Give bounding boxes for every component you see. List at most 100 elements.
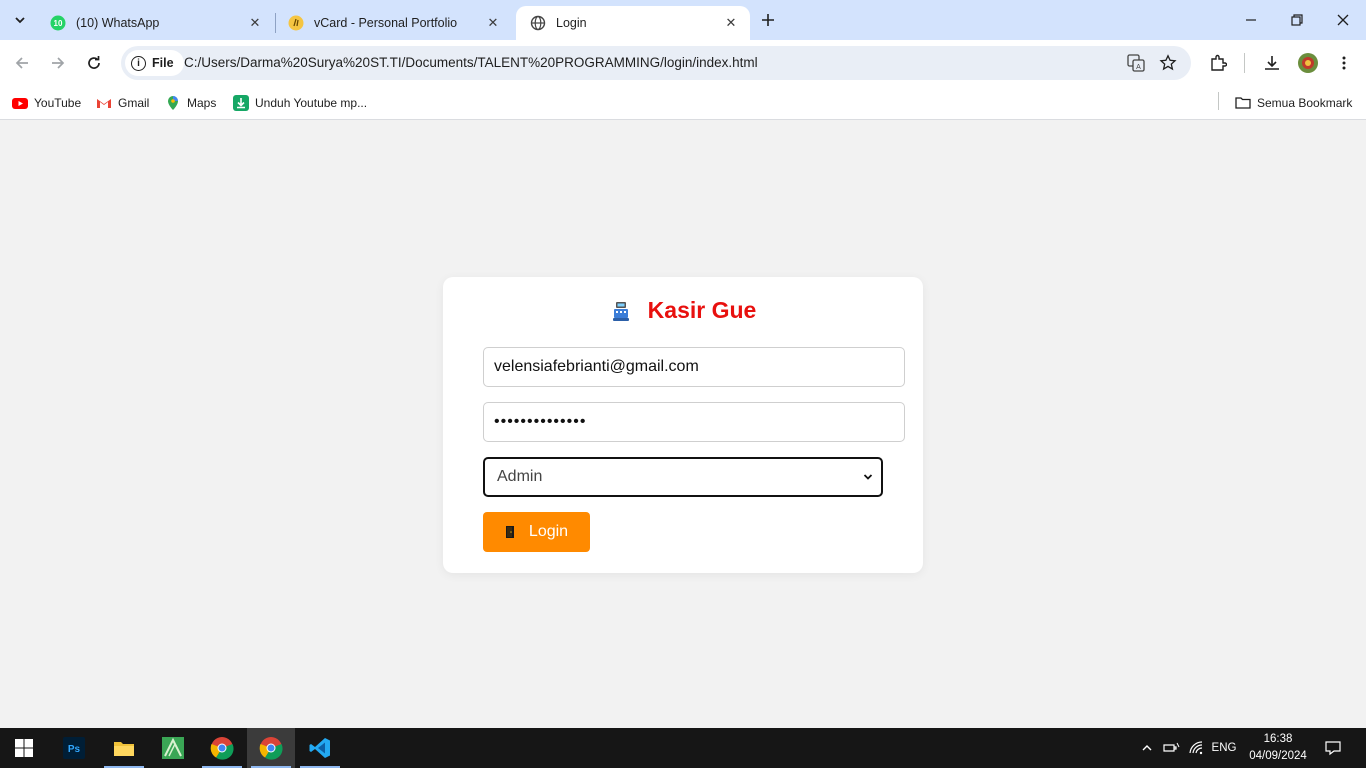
download-icon[interactable]: [1260, 51, 1284, 75]
bookmark-label: Unduh Youtube mp...: [255, 96, 368, 110]
arrow-right-icon: [52, 57, 65, 69]
file-explorer-icon: [114, 742, 134, 756]
tab-whatsapp[interactable]: 10 (10) WhatsApp ✕: [36, 6, 274, 40]
notification-icon: [1325, 741, 1341, 756]
tab-vcard[interactable]: vCard - Personal Portfolio ✕: [274, 6, 512, 40]
restore-button[interactable]: [1274, 0, 1320, 40]
close-icon[interactable]: ✕: [246, 14, 264, 32]
forward-button[interactable]: [44, 49, 72, 77]
svg-text:10: 10: [54, 19, 63, 28]
login-card: Kasir Gue Admin Login: [443, 277, 923, 573]
system-clock[interactable]: 16:38 04/09/2024: [1238, 731, 1318, 765]
chevron-down-icon: [863, 474, 873, 480]
clock-date: 04/09/2024: [1249, 750, 1307, 762]
translate-icon[interactable]: A: [1126, 53, 1146, 73]
bookmark-gmail[interactable]: Gmail: [96, 93, 149, 113]
plus-icon: [762, 14, 774, 26]
tab-search-button[interactable]: [6, 6, 34, 34]
folder-icon: [1235, 97, 1251, 109]
wifi-icon[interactable]: [1186, 728, 1208, 768]
bookmark-maps[interactable]: Maps: [165, 93, 216, 113]
vscode-icon: [309, 738, 330, 758]
windows-taskbar: Ps ENG 16:38 04/09/2024: [0, 728, 1366, 768]
browser-toolbar: i File C:/Users/Darma%20Surya%20ST.TI/Do…: [0, 40, 1366, 86]
url-text[interactable]: C:/Users/Darma%20Surya%20ST.TI/Documents…: [184, 55, 758, 70]
new-tab-button[interactable]: [756, 8, 780, 32]
address-bar[interactable]: i File C:/Users/Darma%20Surya%20ST.TI/Do…: [121, 46, 1191, 80]
whatsapp-icon: 10: [50, 15, 66, 31]
taskbar-green-app[interactable]: [149, 728, 197, 768]
tab-title: (10) WhatsApp: [76, 16, 160, 30]
tab-strip: 10 (10) WhatsApp ✕ vCard - Personal Port…: [0, 0, 1366, 40]
download-icon: [233, 95, 249, 111]
bookmarks-divider: [1218, 92, 1219, 110]
windows-start-icon: [15, 739, 33, 757]
login-button-label: Login: [528, 523, 569, 540]
tab-title: vCard - Personal Portfolio: [314, 16, 458, 30]
tab-title: Login: [556, 16, 587, 30]
close-window-button[interactable]: [1320, 0, 1366, 40]
language-label: ENG: [1211, 742, 1237, 754]
door-icon: [505, 526, 514, 538]
taskbar-chrome-2[interactable]: [247, 728, 295, 768]
extensions-icon[interactable]: [1206, 51, 1230, 75]
start-button[interactable]: [0, 728, 48, 768]
role-select[interactable]: Admin: [483, 457, 883, 497]
scheme-label: File: [152, 56, 174, 70]
chevron-up-icon: [1142, 745, 1152, 751]
back-button[interactable]: [8, 49, 36, 77]
close-icon[interactable]: ✕: [484, 14, 502, 32]
chevron-down-icon: [15, 17, 25, 24]
language-indicator[interactable]: ENG: [1208, 728, 1240, 768]
maps-icon: [168, 96, 178, 110]
taskbar-file-explorer[interactable]: [100, 728, 148, 768]
svg-text:A: A: [1136, 64, 1141, 71]
role-selected-value: Admin: [497, 468, 543, 485]
email-field[interactable]: [483, 347, 905, 387]
toolbar-divider: [1244, 53, 1245, 73]
star-icon[interactable]: [1158, 53, 1178, 73]
notifications-button[interactable]: [1320, 728, 1346, 768]
minimize-icon: [1246, 19, 1256, 21]
page-viewport: Kasir Gue Admin Login: [0, 121, 1366, 728]
close-icon: [1337, 14, 1349, 26]
tab-login[interactable]: Login ✕: [516, 6, 750, 40]
site-info-chip[interactable]: i File: [125, 50, 184, 76]
bookmark-unduh-youtube[interactable]: Unduh Youtube mp...: [233, 93, 367, 113]
svg-text:Ps: Ps: [68, 744, 81, 755]
taskbar-chrome-1[interactable]: [198, 728, 246, 768]
cash-register-icon: [612, 301, 629, 321]
reload-icon: [88, 56, 100, 69]
bookmarks-bar: YouTube Gmail Maps Unduh Youtube mp... S…: [0, 86, 1366, 120]
vcard-icon: [288, 15, 304, 31]
green-app-icon: [162, 737, 184, 759]
youtube-icon: [12, 98, 28, 109]
minimize-button[interactable]: [1228, 0, 1274, 40]
bookmark-label: Maps: [187, 96, 217, 110]
chrome-icon: [210, 737, 234, 760]
restore-icon: [1291, 14, 1303, 26]
login-header: Kasir Gue: [443, 297, 923, 324]
menu-icon[interactable]: [1332, 51, 1356, 75]
info-icon: i: [131, 55, 146, 71]
reload-button[interactable]: [80, 49, 108, 77]
all-bookmarks-button[interactable]: Semua Bookmark: [1235, 93, 1352, 113]
app-title: Kasir Gue: [647, 297, 757, 323]
clock-time: 16:38: [1263, 733, 1293, 745]
show-hidden-icons[interactable]: [1138, 728, 1156, 768]
gmail-icon: [97, 99, 111, 108]
photoshop-icon: Ps: [63, 737, 85, 759]
bookmark-label: Gmail: [118, 96, 150, 110]
all-bookmarks-label: Semua Bookmark: [1257, 96, 1353, 110]
login-button[interactable]: Login: [483, 512, 590, 552]
taskbar-photoshop[interactable]: Ps: [50, 728, 98, 768]
profile-avatar[interactable]: [1296, 51, 1320, 75]
battery-icon[interactable]: [1160, 728, 1182, 768]
bookmark-youtube[interactable]: YouTube: [12, 93, 81, 113]
taskbar-vscode[interactable]: [296, 728, 344, 768]
password-field[interactable]: [483, 402, 905, 442]
arrow-left-icon: [15, 57, 28, 69]
close-icon[interactable]: ✕: [722, 14, 740, 32]
bookmark-label: YouTube: [34, 96, 82, 110]
chrome-icon: [259, 737, 283, 760]
